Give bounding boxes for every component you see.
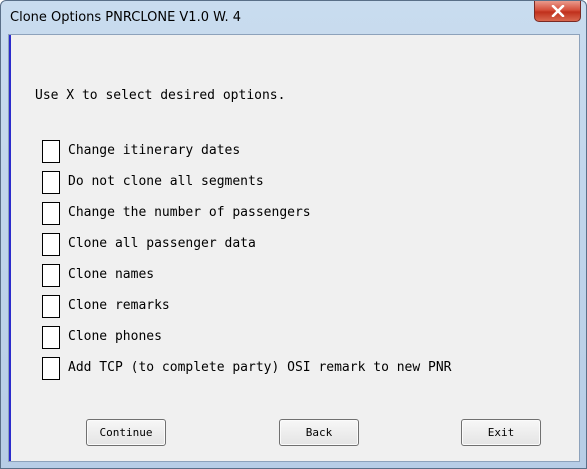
left-edge-bar — [9, 35, 11, 461]
option-label: Clone names — [68, 267, 155, 282]
exit-button-label: Exit — [487, 426, 515, 439]
option-label: Clone remarks — [68, 298, 170, 313]
close-icon — [551, 5, 565, 17]
option-checkbox[interactable] — [42, 202, 60, 225]
option-label: Change the number of passengers — [68, 205, 311, 220]
back-button[interactable]: Back — [279, 419, 359, 446]
close-button[interactable] — [534, 1, 581, 22]
option-checkbox[interactable] — [42, 140, 60, 163]
window-title: Clone Options PNRCLONE V1.0 W. 4 — [10, 10, 242, 25]
option-label: Clone all passenger data — [68, 236, 256, 251]
option-checkbox[interactable] — [42, 295, 60, 318]
continue-button-label: Continue — [99, 426, 153, 439]
dialog-body: Use X to select desired options. Change … — [8, 34, 580, 462]
exit-button[interactable]: Exit — [461, 419, 541, 446]
option-label: Change itinerary dates — [68, 143, 241, 158]
option-label: Add TCP (to complete party) OSI remark t… — [68, 360, 452, 375]
option-checkbox[interactable] — [42, 264, 60, 287]
option-checkbox[interactable] — [42, 357, 60, 380]
dialog-window: Clone Options PNRCLONE V1.0 W. 4 Use X t… — [0, 0, 587, 469]
option-label: Do not clone all segments — [68, 174, 264, 189]
option-label: Clone phones — [68, 329, 162, 344]
title-bar[interactable]: Clone Options PNRCLONE V1.0 W. 4 — [1, 1, 586, 35]
option-checkbox[interactable] — [42, 171, 60, 194]
option-checkbox[interactable] — [42, 233, 60, 256]
option-checkbox[interactable] — [42, 326, 60, 349]
continue-button[interactable]: Continue — [86, 419, 166, 446]
back-button-label: Back — [305, 426, 333, 439]
instruction-text: Use X to select desired options. — [35, 88, 286, 103]
